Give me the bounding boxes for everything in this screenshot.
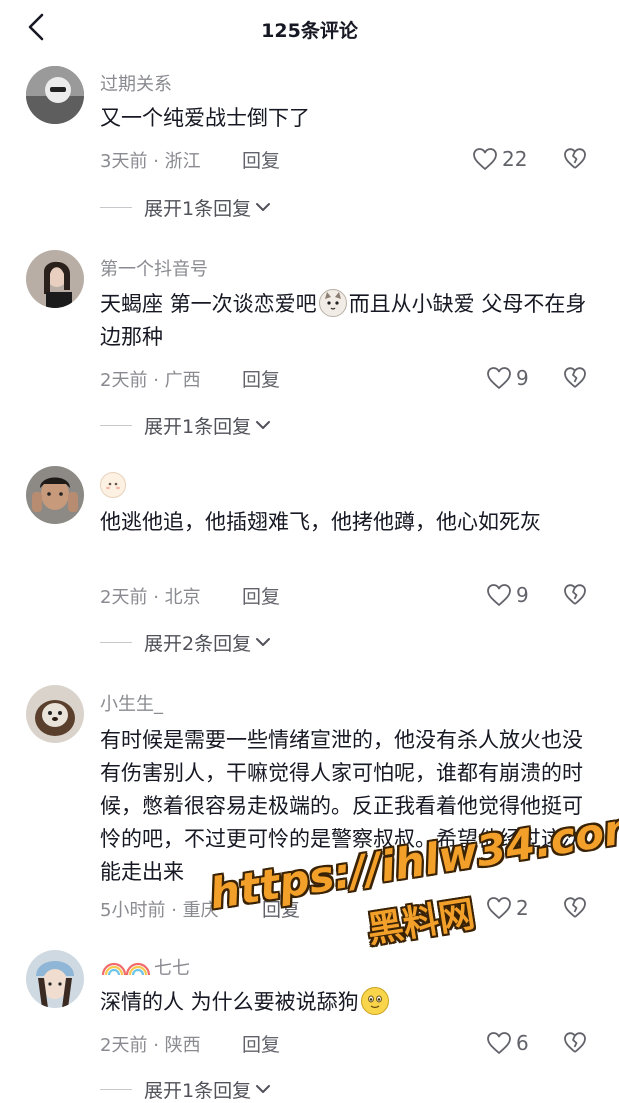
comments-header: 125条评论: [0, 0, 619, 60]
avatar[interactable]: [26, 466, 84, 524]
comment-time: 3天前: [100, 151, 148, 172]
divider-line: [100, 206, 132, 208]
divider-line: [100, 424, 132, 426]
chevron-down-icon: [256, 1085, 271, 1093]
avatar[interactable]: [26, 950, 84, 1008]
reply-button[interactable]: 回复: [242, 146, 280, 173]
rainbow-emoji-icon[interactable]: [100, 955, 152, 977]
smiling-face-emoji-icon: [360, 987, 389, 1015]
heart-outline-icon: [487, 1032, 511, 1054]
chevron-down-icon: [256, 638, 271, 646]
comment-location: 北京: [164, 587, 201, 608]
broken-heart-icon[interactable]: [563, 1031, 587, 1055]
cat-face-emoji-icon: [318, 289, 347, 317]
expand-replies-label: 展开2条回复: [144, 632, 252, 655]
avatar[interactable]: [26, 250, 84, 308]
username-emoji-icon[interactable]: [100, 472, 126, 498]
comment-location: 陕西: [164, 1035, 201, 1056]
like-button[interactable]: 9: [486, 582, 529, 608]
comment-time: 2天前: [100, 587, 148, 608]
like-count: 6: [516, 1031, 529, 1055]
chevron-down-icon: [256, 203, 271, 211]
expand-replies-label: 展开1条回复: [144, 197, 252, 220]
watermark-site-name: 黑料网: [364, 893, 478, 952]
comment-username[interactable]: 第一个抖音号: [100, 255, 208, 281]
reply-button[interactable]: 回复: [242, 582, 280, 609]
avatar[interactable]: [26, 66, 84, 124]
like-count: 9: [516, 583, 529, 607]
expand-replies-button[interactable]: 展开2条回复: [100, 629, 271, 655]
reply-button[interactable]: 回复: [242, 365, 280, 392]
comments-count-title: 125条评论: [261, 20, 358, 42]
heart-outline-icon: [487, 584, 511, 606]
like-count: 9: [516, 366, 529, 390]
meta-separator: ·: [153, 151, 159, 172]
broken-heart-icon[interactable]: [563, 147, 587, 171]
reply-button[interactable]: 回复: [242, 1030, 280, 1057]
meta-separator: ·: [153, 587, 159, 608]
comment-time: 5小时前: [100, 900, 166, 921]
expand-replies-button[interactable]: 展开1条回复: [100, 194, 271, 220]
comment-username[interactable]: 小生生_: [100, 690, 163, 716]
avatar[interactable]: [26, 685, 84, 743]
expand-replies-button[interactable]: 展开1条回复: [100, 1076, 271, 1102]
expand-replies-button[interactable]: 展开1条回复: [100, 412, 271, 438]
comment-text-part: 天蝎座 第一次谈恋爱吧: [100, 292, 317, 316]
meta-separator: ·: [153, 1035, 159, 1056]
comment-text: 他逃他追，他插翅难飞，他拷他蹲，他心如死灰: [100, 510, 541, 534]
comment-meta: 3天前 · 浙江: [100, 147, 201, 173]
divider-line: [100, 641, 132, 643]
like-button[interactable]: 22: [472, 146, 527, 172]
comment-meta: 2天前 · 北京: [100, 583, 201, 609]
broken-heart-icon[interactable]: [563, 366, 587, 390]
comment-text: 深情的人 为什么要被说舔狗: [100, 986, 590, 1019]
broken-heart-icon[interactable]: [563, 583, 587, 607]
comment-meta: 2天前 · 广西: [100, 366, 201, 392]
like-button[interactable]: 9: [486, 365, 529, 391]
chevron-down-icon: [256, 421, 271, 429]
comment-username[interactable]: 七七: [154, 954, 190, 980]
comment-time: 2天前: [100, 1035, 148, 1056]
like-count: 22: [502, 147, 528, 171]
like-button[interactable]: 6: [486, 1030, 529, 1056]
divider-line: [100, 1088, 132, 1090]
comment-time: 2天前: [100, 370, 148, 391]
comment-text: 又一个纯爱战士倒下了: [100, 106, 310, 130]
comment-text: 天蝎座 第一次谈恋爱吧 而且从小缺爱 父母不在身边那种: [100, 288, 590, 354]
expand-replies-label: 展开1条回复: [144, 1079, 252, 1102]
comment-meta: 5小时前 · 重庆: [100, 896, 219, 922]
heart-outline-icon: [473, 148, 497, 170]
comment-location: 浙江: [164, 151, 201, 172]
comment-location: 广西: [164, 370, 201, 391]
comment-username[interactable]: 过期关系: [100, 70, 172, 96]
expand-replies-label: 展开1条回复: [144, 415, 252, 438]
meta-separator: ·: [171, 900, 177, 921]
heart-outline-icon: [487, 367, 511, 389]
comment-meta: 2天前 · 陕西: [100, 1031, 201, 1057]
meta-separator: ·: [153, 370, 159, 391]
